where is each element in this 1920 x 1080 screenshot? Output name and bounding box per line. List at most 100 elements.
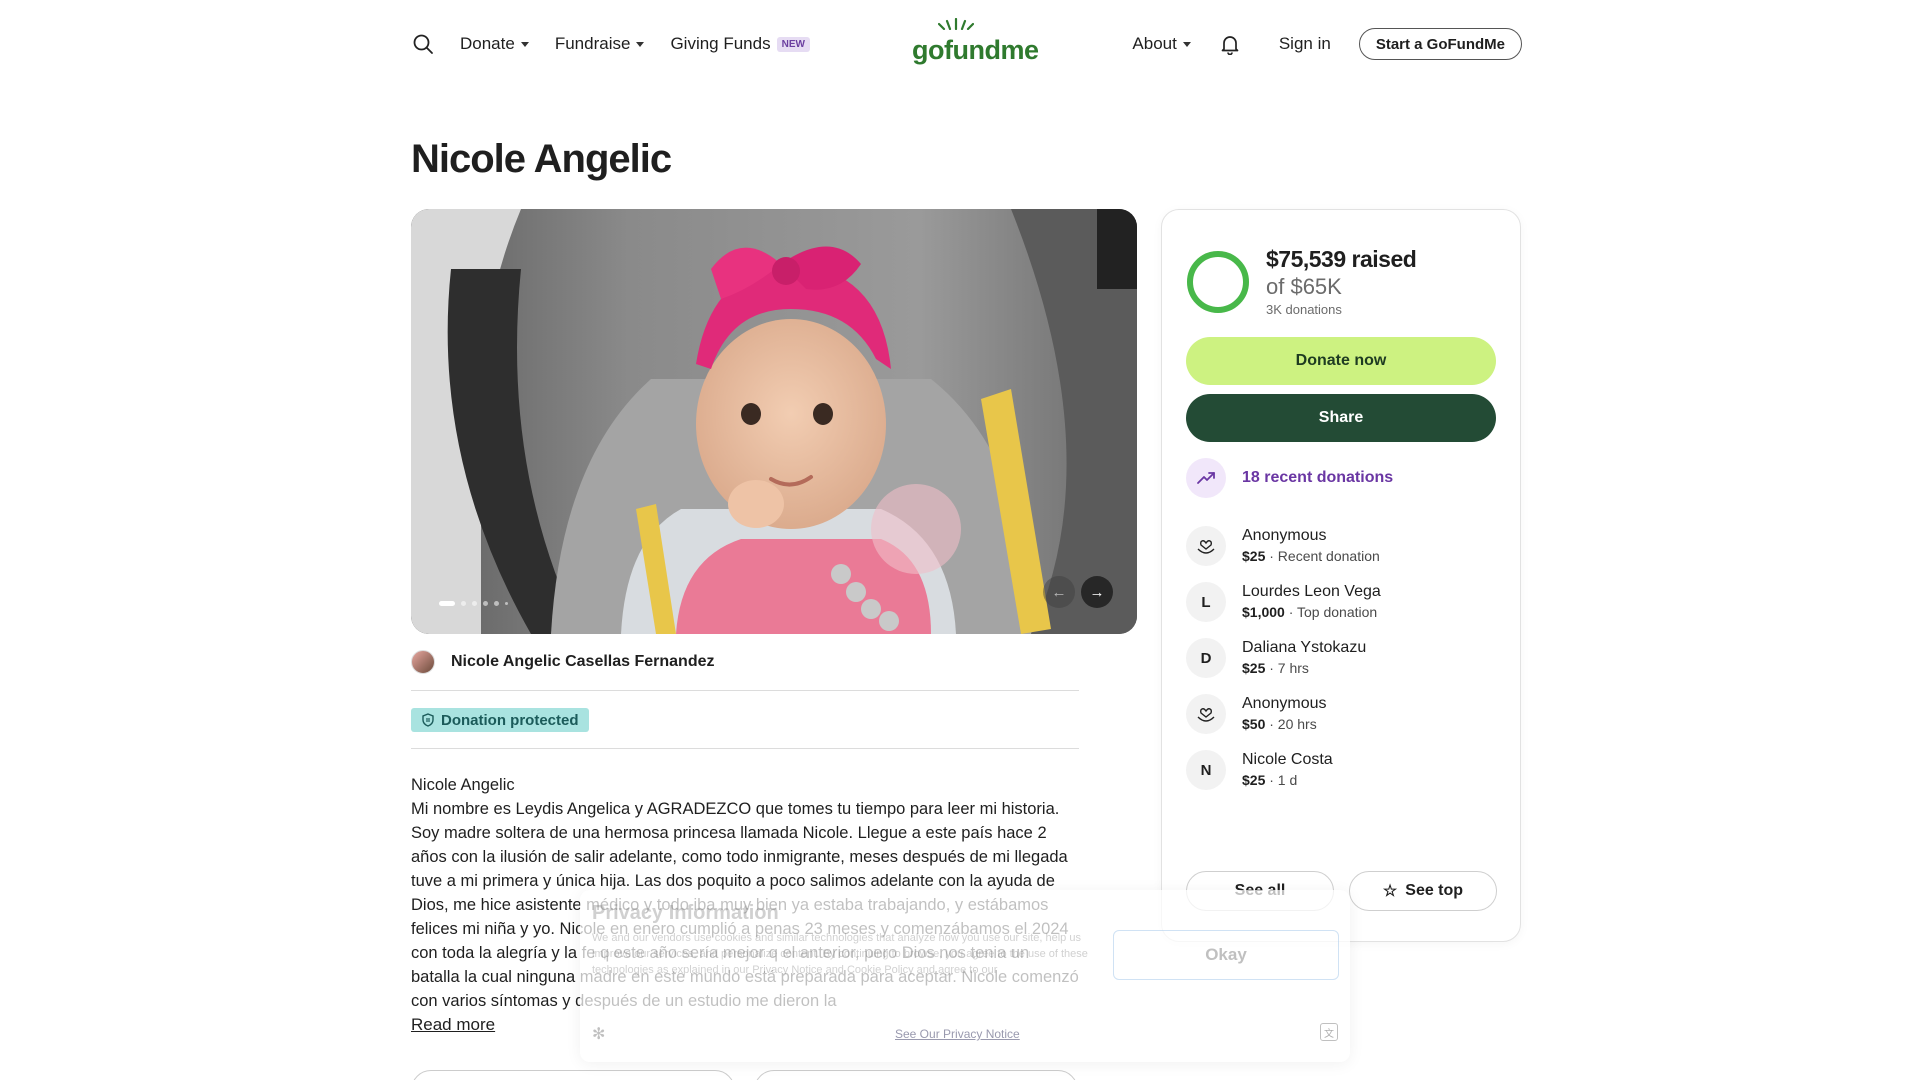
carousel-dot[interactable] — [461, 601, 466, 606]
donor-info: Anonymous $25 · Recent donation — [1242, 526, 1380, 566]
donor-amount: $50 — [1242, 716, 1266, 732]
donor-note: · 20 hrs — [1265, 716, 1317, 732]
read-more-link[interactable]: Read more — [411, 1015, 495, 1035]
shield-icon — [422, 713, 434, 727]
amount-raised: $75,539 raised — [1266, 246, 1417, 272]
privacy-body: We and our vendors use cookies and simil… — [592, 932, 1088, 976]
donor-info: Nicole Costa $25 · 1 d — [1242, 750, 1333, 790]
nav-donate[interactable]: Donate — [460, 34, 529, 54]
trending-up-icon — [1186, 458, 1226, 498]
nav-donate-label: Donate — [460, 34, 515, 53]
nav-right: About Sign in Start a GoFundMe — [1132, 22, 1522, 66]
donation-protected-label: Donation protected — [441, 711, 579, 729]
carousel-dot-active[interactable] — [439, 601, 455, 606]
donor-meta: $25 · 1 d — [1242, 770, 1333, 790]
progress-ring-fill — [1187, 251, 1249, 313]
carousel-next-button[interactable]: → — [1081, 576, 1113, 608]
donor-item: L Lourdes Leon Vega $1,000 · Top donatio… — [1186, 582, 1381, 622]
privacy-title: Privacy Information — [592, 902, 779, 924]
donor-name: Lourdes Leon Vega — [1242, 583, 1381, 600]
gofundme-logo[interactable]: gofundme — [912, 18, 1039, 66]
donor-name: Daliana Ystokazu — [1242, 639, 1367, 656]
donor-info: Anonymous $50 · 20 hrs — [1242, 694, 1327, 734]
donor-note: · Recent donation — [1265, 548, 1380, 564]
donor-avatar: D — [1186, 638, 1226, 678]
donor-meta: $25 · Recent donation — [1242, 546, 1380, 566]
new-badge: NEW — [776, 36, 810, 52]
carousel-dot[interactable] — [505, 602, 508, 605]
carousel-dots[interactable] — [439, 601, 508, 606]
nav-giving-funds[interactable]: Giving Funds NEW — [670, 34, 810, 54]
donation-protected-badge[interactable]: Donation protected — [411, 708, 589, 732]
donor-meta: $1,000 · Top donation — [1242, 602, 1381, 622]
donor-meta: $50 · 20 hrs — [1242, 714, 1327, 734]
baby-photo-image — [411, 209, 1137, 634]
carousel-dot[interactable] — [494, 601, 499, 606]
top-nav: Donate Fundraise Giving Funds NEW gofundm… — [412, 18, 1522, 66]
campaign-photo[interactable]: ← → — [411, 209, 1137, 634]
donor-item: Anonymous $25 · Recent donation — [1186, 526, 1380, 566]
start-gofundme-button[interactable]: Start a GoFundMe — [1358, 28, 1522, 60]
donor-info: Lourdes Leon Vega $1,000 · Top donation — [1242, 582, 1381, 622]
carousel-prev-button[interactable]: ← — [1043, 576, 1075, 608]
divider — [411, 690, 1079, 691]
arrow-right-icon: → — [1089, 583, 1105, 601]
donate-bottom-button[interactable] — [411, 1070, 735, 1080]
sign-in-link[interactable]: Sign in — [1279, 34, 1331, 54]
donor-amount: $25 — [1242, 548, 1266, 564]
nav-fundraise[interactable]: Fundraise — [555, 34, 645, 54]
organizer-name: Nicole Angelic Casellas Fernandez — [451, 653, 715, 670]
bell-icon[interactable] — [1219, 33, 1241, 55]
nav-about-label: About — [1132, 34, 1177, 53]
nav-giving-funds-label: Giving Funds — [670, 34, 771, 53]
donor-note: · 7 hrs — [1265, 660, 1309, 676]
star-icon: ☆ — [1382, 883, 1398, 900]
recent-donations-label: 18 recent donations — [1242, 469, 1394, 486]
search-icon[interactable] — [412, 33, 434, 55]
donor-meta: $25 · 7 hrs — [1242, 658, 1366, 678]
recent-donations[interactable]: 18 recent donations — [1186, 458, 1393, 498]
share-button[interactable]: Share — [1186, 394, 1496, 442]
share-bottom-button[interactable] — [754, 1070, 1078, 1080]
progress-ring — [1187, 251, 1249, 313]
donor-name: Anonymous — [1242, 695, 1327, 712]
donor-name: Nicole Costa — [1242, 751, 1333, 768]
divider — [411, 748, 1079, 749]
heart-hand-icon — [1186, 526, 1226, 566]
gear-icon[interactable]: ✻ — [592, 1024, 605, 1044]
see-top-button[interactable]: ☆ See top — [1349, 871, 1497, 911]
nav-about[interactable]: About — [1132, 34, 1191, 54]
translate-icon[interactable]: 文 — [1320, 1023, 1338, 1041]
story-title: Nicole Angelic — [411, 776, 515, 794]
chevron-down-icon — [1182, 41, 1191, 47]
donor-item: N Nicole Costa $25 · 1 d — [1186, 750, 1333, 790]
privacy-okay-button[interactable]: Okay — [1113, 930, 1339, 980]
organizer[interactable]: Nicole Angelic Casellas Fernandez — [411, 650, 715, 674]
organizer-avatar — [411, 650, 435, 674]
chevron-down-icon — [636, 41, 645, 47]
carousel-dot[interactable] — [483, 601, 488, 606]
donation-count: 3K donations — [1266, 302, 1342, 317]
goal-amount: of $65K — [1266, 274, 1342, 299]
arrow-left-icon: ← — [1051, 583, 1067, 601]
page-title: Nicole Angelic — [411, 137, 672, 181]
donor-note: · Top donation — [1284, 604, 1378, 620]
donor-note: · 1 d — [1265, 772, 1298, 788]
donor-item: Anonymous $50 · 20 hrs — [1186, 694, 1327, 734]
heart-hand-icon — [1186, 694, 1226, 734]
donor-amount: $25 — [1242, 772, 1266, 788]
see-top-label: See top — [1405, 882, 1464, 899]
logo-text: gofundme — [912, 35, 1039, 65]
nav-left: Donate Fundraise Giving Funds NEW — [412, 33, 836, 55]
donor-amount: $25 — [1242, 660, 1266, 676]
donor-amount: $1,000 — [1242, 604, 1285, 620]
donor-avatar: L — [1186, 582, 1226, 622]
logo-sprout-icon — [938, 18, 974, 30]
privacy-banner: Privacy Information We and our vendors u… — [580, 890, 1350, 1062]
donor-name: Anonymous — [1242, 527, 1327, 544]
nav-fundraise-label: Fundraise — [554, 34, 631, 53]
carousel-dot[interactable] — [472, 601, 477, 606]
donation-card: $75,539 raised of $65K 3K donations Dona… — [1161, 209, 1521, 942]
privacy-notice-link[interactable]: See Our Privacy Notice — [895, 1027, 1020, 1041]
donate-now-button[interactable]: Donate now — [1186, 337, 1496, 385]
